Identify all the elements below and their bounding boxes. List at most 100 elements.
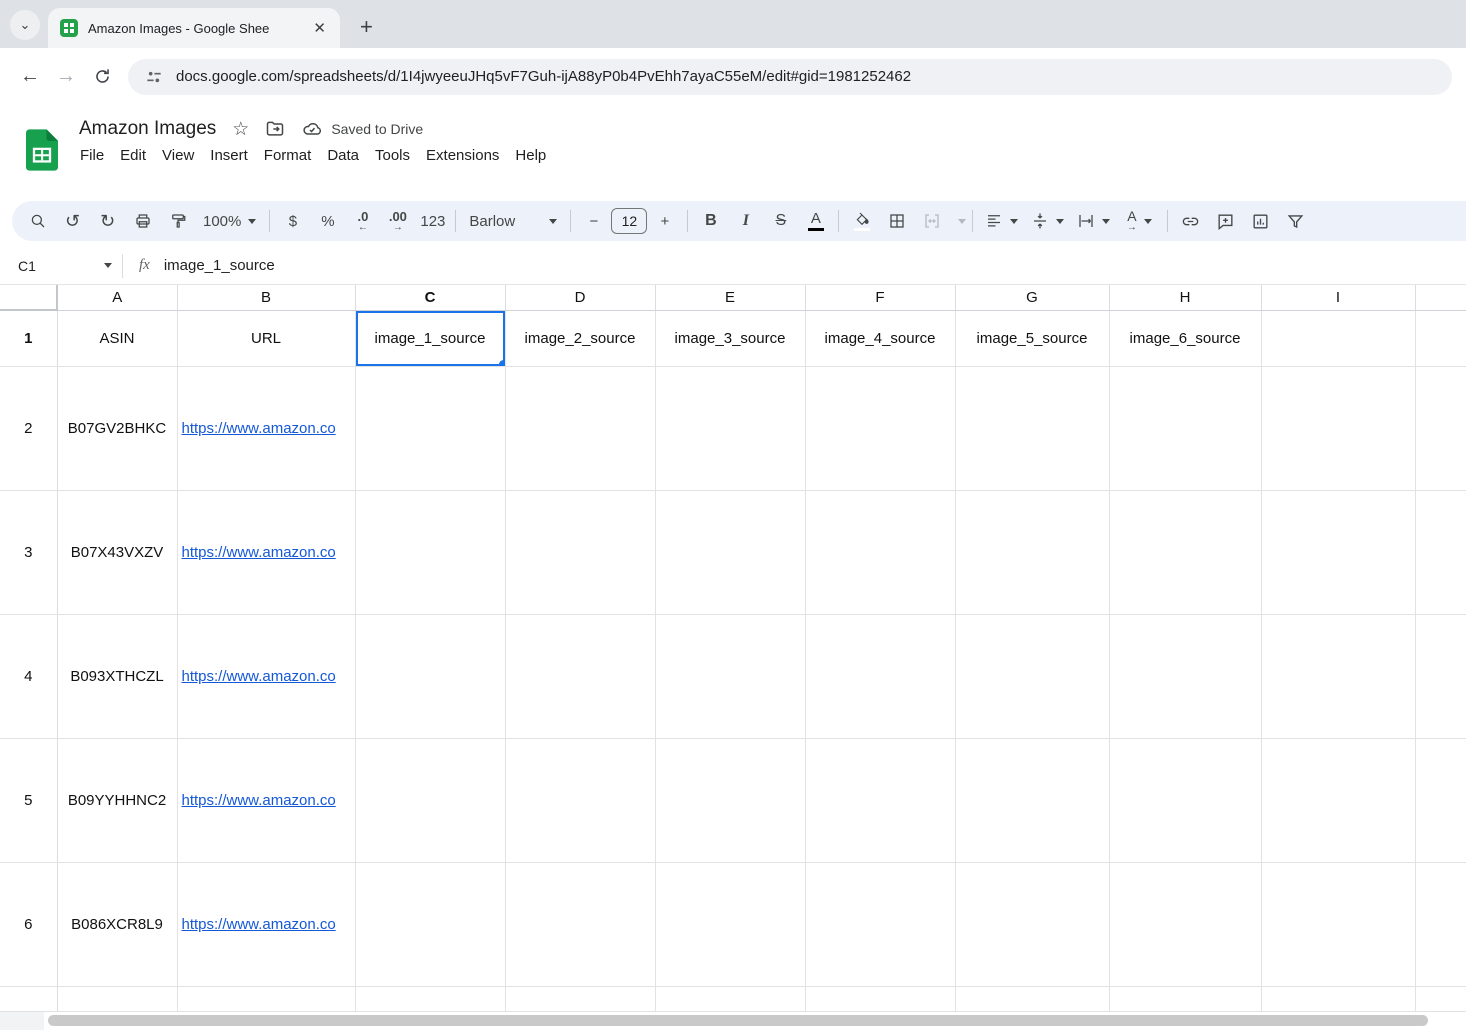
column-header-j[interactable] — [1415, 285, 1466, 310]
cell-j4[interactable] — [1415, 614, 1466, 738]
column-header-e[interactable]: E — [655, 285, 805, 310]
insert-chart-button[interactable] — [1243, 205, 1278, 237]
vertical-align-button[interactable] — [1024, 205, 1070, 237]
more-formats-button[interactable]: 123 — [415, 205, 450, 237]
cell-d2[interactable] — [505, 366, 655, 490]
cell-g4[interactable] — [955, 614, 1109, 738]
column-header-d[interactable]: D — [505, 285, 655, 310]
cell-a5[interactable]: B09YYHHNC2 — [57, 738, 177, 862]
text-color-button[interactable]: A — [798, 205, 833, 237]
cell-h1[interactable]: image_6_source — [1109, 310, 1261, 366]
cell-j1[interactable] — [1415, 310, 1466, 366]
cell-c3[interactable] — [355, 490, 505, 614]
horizontal-align-button[interactable] — [978, 205, 1024, 237]
cell-e2[interactable] — [655, 366, 805, 490]
menu-tools[interactable]: Tools — [367, 144, 418, 167]
horizontal-scrollbar-thumb[interactable] — [48, 1015, 1428, 1026]
reload-button[interactable] — [84, 59, 120, 95]
cell-i5[interactable] — [1261, 738, 1415, 862]
row-header-2[interactable]: 2 — [0, 366, 57, 490]
cell-f2[interactable] — [805, 366, 955, 490]
cell-e3[interactable] — [655, 490, 805, 614]
print-button[interactable] — [125, 205, 160, 237]
url-link[interactable]: https://www.amazon.co — [178, 916, 355, 933]
fill-handle[interactable] — [499, 360, 506, 367]
undo-button[interactable]: ↺ — [55, 205, 90, 237]
merge-cells-button[interactable] — [914, 205, 949, 237]
menu-view[interactable]: View — [154, 144, 202, 167]
cell-h3[interactable] — [1109, 490, 1261, 614]
decrease-font-size-button[interactable]: − — [576, 205, 611, 237]
cell-d3[interactable] — [505, 490, 655, 614]
menu-format[interactable]: Format — [256, 144, 320, 167]
cell-a7[interactable] — [57, 986, 177, 1011]
cell-b1[interactable]: URL — [177, 310, 355, 366]
text-rotation-button[interactable]: A→ — [1116, 205, 1162, 237]
cell-b6[interactable]: https://www.amazon.co — [177, 862, 355, 986]
cell-b7[interactable] — [177, 986, 355, 1011]
cell-b5[interactable]: https://www.amazon.co — [177, 738, 355, 862]
cell-g7[interactable] — [955, 986, 1109, 1011]
insert-comment-button[interactable] — [1208, 205, 1243, 237]
cell-h7[interactable] — [1109, 986, 1261, 1011]
cell-h5[interactable] — [1109, 738, 1261, 862]
menu-edit[interactable]: Edit — [112, 144, 154, 167]
format-currency-button[interactable]: $ — [275, 205, 310, 237]
menu-extensions[interactable]: Extensions — [418, 144, 507, 167]
url-link[interactable]: https://www.amazon.co — [178, 792, 355, 809]
back-button[interactable]: ← — [12, 59, 48, 95]
merge-options-button[interactable] — [949, 205, 967, 237]
cell-g3[interactable] — [955, 490, 1109, 614]
address-bar[interactable]: docs.google.com/spreadsheets/d/1I4jwyeeu… — [128, 59, 1452, 95]
column-header-g[interactable]: G — [955, 285, 1109, 310]
row-header-7[interactable] — [0, 986, 57, 1011]
cell-a3[interactable]: B07X43VXZV — [57, 490, 177, 614]
column-header-f[interactable]: F — [805, 285, 955, 310]
menu-file[interactable]: File — [72, 144, 112, 167]
cell-j5[interactable] — [1415, 738, 1466, 862]
document-title[interactable]: Amazon Images — [79, 118, 216, 140]
cell-i3[interactable] — [1261, 490, 1415, 614]
cell-a4[interactable]: B093XTHCZL — [57, 614, 177, 738]
cell-e4[interactable] — [655, 614, 805, 738]
cell-f6[interactable] — [805, 862, 955, 986]
row-header-5[interactable]: 5 — [0, 738, 57, 862]
cell-a1[interactable]: ASIN — [57, 310, 177, 366]
menu-insert[interactable]: Insert — [202, 144, 256, 167]
insert-link-button[interactable] — [1173, 205, 1208, 237]
star-icon[interactable]: ☆ — [232, 118, 249, 141]
borders-button[interactable] — [879, 205, 914, 237]
cell-j6[interactable] — [1415, 862, 1466, 986]
column-header-c[interactable]: C — [355, 285, 505, 310]
create-filter-button[interactable] — [1278, 205, 1313, 237]
format-percent-button[interactable]: % — [310, 205, 345, 237]
text-wrapping-button[interactable] — [1070, 205, 1116, 237]
redo-button[interactable]: ↻ — [90, 205, 125, 237]
cell-c6[interactable] — [355, 862, 505, 986]
cell-f7[interactable] — [805, 986, 955, 1011]
cell-b3[interactable]: https://www.amazon.co — [177, 490, 355, 614]
formula-input[interactable]: image_1_source — [164, 257, 275, 274]
cell-f1[interactable]: image_4_source — [805, 310, 955, 366]
column-header-b[interactable]: B — [177, 285, 355, 310]
font-size-input[interactable]: 12 — [611, 208, 647, 234]
url-link[interactable]: https://www.amazon.co — [178, 668, 355, 685]
cell-i6[interactable] — [1261, 862, 1415, 986]
cell-f3[interactable] — [805, 490, 955, 614]
column-header-h[interactable]: H — [1109, 285, 1261, 310]
cell-a6[interactable]: B086XCR8L9 — [57, 862, 177, 986]
name-box[interactable]: C1 — [0, 258, 122, 274]
cell-e1[interactable]: image_3_source — [655, 310, 805, 366]
cell-g1[interactable]: image_5_source — [955, 310, 1109, 366]
browser-tab[interactable]: Amazon Images - Google Shee ✕ — [48, 8, 340, 48]
cell-c1-selected[interactable]: image_1_source — [355, 310, 505, 366]
row-header-3[interactable]: 3 — [0, 490, 57, 614]
cell-d6[interactable] — [505, 862, 655, 986]
menu-data[interactable]: Data — [319, 144, 367, 167]
cell-b4[interactable]: https://www.amazon.co — [177, 614, 355, 738]
url-link[interactable]: https://www.amazon.co — [178, 544, 355, 561]
row-header-1[interactable]: 1 — [0, 310, 57, 366]
column-header-a[interactable]: A — [57, 285, 177, 310]
italic-button[interactable]: I — [728, 205, 763, 237]
cell-d4[interactable] — [505, 614, 655, 738]
